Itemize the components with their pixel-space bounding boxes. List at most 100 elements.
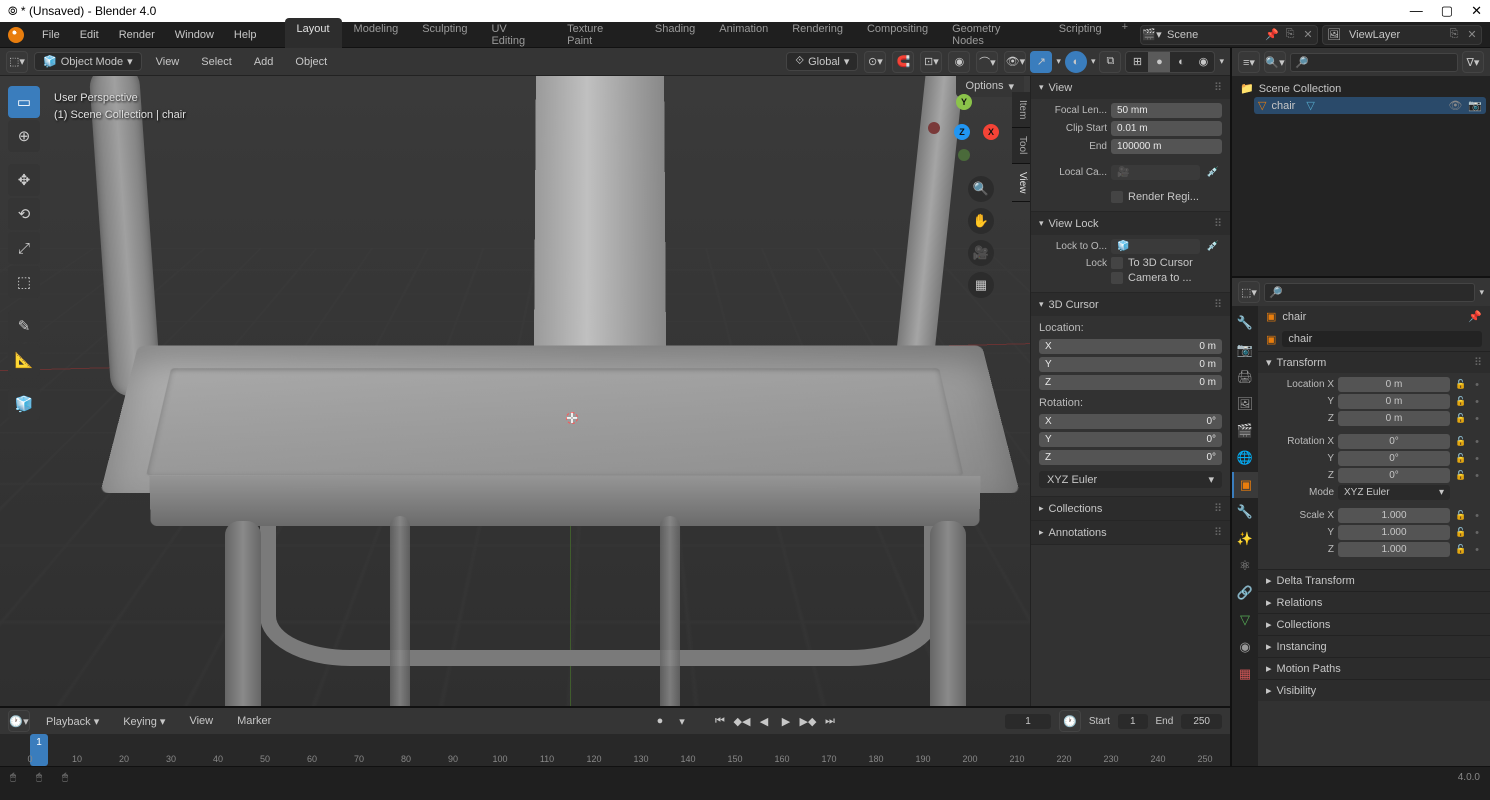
menu-window[interactable]: Window xyxy=(167,26,222,44)
ptab-constraints[interactable]: 🔗 xyxy=(1232,580,1258,606)
solid-shading-icon[interactable]: ● xyxy=(1148,52,1170,72)
viewlayer-icon[interactable]: 🖼 xyxy=(1323,28,1345,41)
viewlayer-selector[interactable]: 🖼 ViewLayer ⎘ ✕ xyxy=(1322,25,1482,45)
npanel-3dcursor-header[interactable]: ▾3D Cursor⠿ xyxy=(1031,293,1230,316)
cursor-rot-z[interactable]: Z0° xyxy=(1039,450,1222,465)
npanel-collections-header[interactable]: ▸Collections⠿ xyxy=(1031,497,1230,520)
scene-pin-icon[interactable]: 📌 xyxy=(1263,28,1281,41)
lock-icon[interactable]: 🔓 xyxy=(1454,396,1468,407)
gizmo-x-axis[interactable]: X xyxy=(983,124,999,140)
props-search[interactable]: 🔎 xyxy=(1264,283,1475,302)
eye-icon[interactable]: 👁 xyxy=(1448,99,1462,112)
cursor-rot-x[interactable]: X0° xyxy=(1039,414,1222,429)
tab-sculpting[interactable]: Sculpting xyxy=(410,18,479,52)
npanel-viewlock-header[interactable]: ▾View Lock⠿ xyxy=(1031,212,1230,235)
play-reverse-icon[interactable]: ◀ xyxy=(754,712,774,730)
matpreview-shading-icon[interactable]: ◐ xyxy=(1170,52,1192,72)
tool-scale[interactable]: ⤢ xyxy=(8,232,40,264)
ptab-tool[interactable]: 🔧 xyxy=(1232,310,1258,336)
clip-start-field[interactable]: 0.01 m xyxy=(1111,121,1222,136)
outliner-search[interactable]: 🔎 xyxy=(1290,53,1458,72)
tl-playback-menu[interactable]: Playback ▾ xyxy=(38,712,107,731)
tl-keying-menu[interactable]: Keying ▾ xyxy=(115,712,173,731)
scene-selector[interactable]: 🎬▾ Scene 📌 ⎘ ✕ xyxy=(1140,25,1318,45)
scene-browse-icon[interactable]: 🎬▾ xyxy=(1141,28,1163,41)
tab-compositing[interactable]: Compositing xyxy=(855,18,940,52)
relations-header[interactable]: ▸Relations xyxy=(1258,591,1490,613)
tool-measure[interactable]: 📐 xyxy=(8,344,40,376)
ptab-output[interactable]: 🖨 xyxy=(1232,364,1258,390)
loc-y-field[interactable]: 0 m xyxy=(1338,394,1450,409)
visibility-icon[interactable]: 👁▾ xyxy=(1004,51,1026,73)
menu-render[interactable]: Render xyxy=(111,26,163,44)
ptab-scene[interactable]: 🎬 xyxy=(1232,418,1258,444)
vp-menu-add[interactable]: Add xyxy=(246,53,282,71)
lock-icon[interactable]: 🔓 xyxy=(1454,544,1468,555)
wireframe-shading-icon[interactable]: ⊞ xyxy=(1126,52,1148,72)
ptab-object[interactable]: ▣ xyxy=(1232,472,1258,498)
prev-keyframe-icon[interactable]: ◆◀ xyxy=(732,712,752,730)
npanel-tab-tool[interactable]: Tool xyxy=(1012,128,1030,163)
render-region-checkbox[interactable]: Render Regi... xyxy=(1111,191,1199,203)
tab-shading[interactable]: Shading xyxy=(643,18,707,52)
ptab-texture[interactable]: ▦ xyxy=(1232,661,1258,687)
delta-transform-header[interactable]: ▸Delta Transform xyxy=(1258,569,1490,591)
ptab-modifiers[interactable]: 🔧 xyxy=(1232,499,1258,525)
tool-transform[interactable]: ⬚ xyxy=(8,266,40,298)
next-keyframe-icon[interactable]: ▶◆ xyxy=(798,712,818,730)
transform-section-header[interactable]: ▾Transform⠿ xyxy=(1258,351,1490,373)
loc-z-field[interactable]: 0 m xyxy=(1338,411,1450,426)
outliner-filter-icon[interactable]: ∇▾ xyxy=(1462,51,1484,73)
vp-menu-select[interactable]: Select xyxy=(193,53,240,71)
scale-z-field[interactable]: 1.000 xyxy=(1338,542,1450,557)
disable-render-icon[interactable]: 📷 xyxy=(1468,99,1482,112)
tool-annotate[interactable]: ✎ xyxy=(8,310,40,342)
snap-menu-icon[interactable]: ⊡▾ xyxy=(920,51,942,73)
rendered-shading-icon[interactable]: ◉ xyxy=(1192,52,1214,72)
motion-paths-header[interactable]: ▸Motion Paths xyxy=(1258,657,1490,679)
snap-toggle-icon[interactable]: 🧲 xyxy=(892,51,914,73)
rot-x-field[interactable]: 0° xyxy=(1338,434,1450,449)
lock-to-object-field[interactable]: 🧊 xyxy=(1111,239,1200,254)
gizmo-dropdown-icon[interactable]: ▾ xyxy=(1056,56,1061,67)
tab-scripting[interactable]: Scripting xyxy=(1047,18,1114,52)
viewlayer-delete-icon[interactable]: ✕ xyxy=(1463,28,1481,41)
cursor-loc-x[interactable]: X0 m xyxy=(1039,339,1222,354)
props-editor-type-icon[interactable]: ⬚▾ xyxy=(1238,281,1260,303)
tab-layout[interactable]: Layout xyxy=(285,18,342,52)
preview-range-icon[interactable]: 🕐 xyxy=(1059,710,1081,732)
perspective-toggle-icon[interactable]: ▦ xyxy=(968,272,994,298)
gizmo-neg-x[interactable] xyxy=(928,122,940,134)
tool-move[interactable]: ✥ xyxy=(8,164,40,196)
overlay-toggle-icon[interactable]: ◐ xyxy=(1065,51,1087,73)
xray-icon[interactable]: ⧉ xyxy=(1099,51,1121,73)
visibility-header[interactable]: ▸Visibility xyxy=(1258,679,1490,701)
tool-rotate[interactable]: ⟲ xyxy=(8,198,40,230)
npanel-annotations-header[interactable]: ▸Annotations⠿ xyxy=(1031,521,1230,544)
lock-icon[interactable]: 🔓 xyxy=(1454,510,1468,521)
outliner-display-mode-icon[interactable]: ≡▾ xyxy=(1238,51,1260,73)
scale-y-field[interactable]: 1.000 xyxy=(1338,525,1450,540)
gizmo-z-axis[interactable]: Z xyxy=(954,124,970,140)
tab-texturepaint[interactable]: Texture Paint xyxy=(555,18,643,52)
start-frame-field[interactable]: 1 xyxy=(1118,714,1148,729)
scene-delete-icon[interactable]: ✕ xyxy=(1299,28,1317,41)
shading-dropdown-icon[interactable]: ▾ xyxy=(1219,56,1224,67)
tool-select-box[interactable]: ▭ xyxy=(8,86,40,118)
ptab-material[interactable]: ◉ xyxy=(1232,634,1258,660)
camera-view-icon[interactable]: 🎥 xyxy=(968,240,994,266)
tl-marker-menu[interactable]: Marker xyxy=(229,712,279,730)
timeline-editor-type-icon[interactable]: 🕐▾ xyxy=(8,710,30,732)
outliner-view-icon[interactable]: 🔍▾ xyxy=(1264,51,1286,73)
rotation-mode-select[interactable]: XYZ Euler▾ xyxy=(1338,485,1450,500)
zoom-icon[interactable]: 🔍 xyxy=(968,176,994,202)
jump-start-icon[interactable]: ⏮ xyxy=(710,712,730,730)
ptab-physics[interactable]: ⚛ xyxy=(1232,553,1258,579)
ptab-data[interactable]: ▽ xyxy=(1232,607,1258,633)
maximize-icon[interactable]: ▢ xyxy=(1441,3,1453,19)
lock-icon[interactable]: 🔓 xyxy=(1454,470,1468,481)
tab-geonodes[interactable]: Geometry Nodes xyxy=(940,18,1047,52)
npanel-view-header[interactable]: ▾View⠿ xyxy=(1031,76,1230,99)
eyedropper-icon[interactable]: 💉 xyxy=(1204,241,1222,252)
pivot-icon[interactable]: ⊙▾ xyxy=(864,51,886,73)
